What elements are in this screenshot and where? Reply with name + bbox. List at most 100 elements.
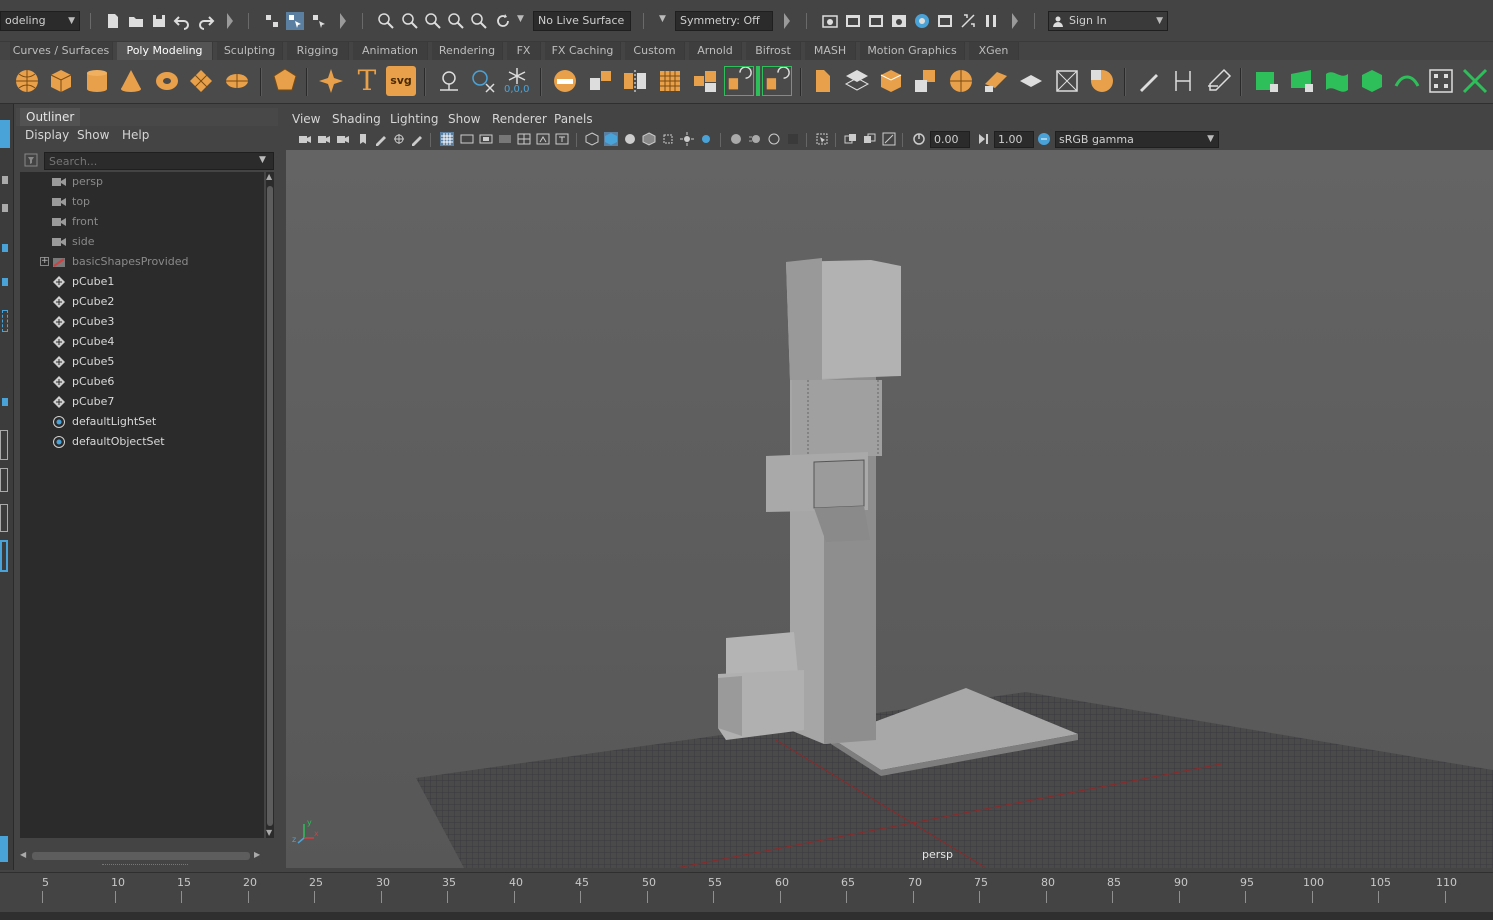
scrollbar-thumb[interactable] [32,852,250,860]
outliner-horizontal-scrollbar[interactable]: ◀ ▶ [20,850,264,862]
shelf-tab-fx[interactable]: FX [507,42,541,60]
chevron-down-icon[interactable]: ▼ [659,14,666,24]
snap-grid-icon[interactable] [377,12,395,30]
automatic-uv-icon[interactable] [1087,66,1117,96]
symmetry-menu[interactable]: Symmetry: Off [675,11,773,31]
mirror-icon[interactable] [620,66,650,96]
shelf-tab-bifrost[interactable]: Bifrost [746,42,801,60]
xray-joints-icon[interactable] [882,132,896,146]
shelf-tab-curves-surfaces[interactable]: Curves / Surfaces [10,42,113,60]
grid-icon[interactable] [440,132,454,146]
bridge-icon[interactable] [724,66,754,96]
gamma-field[interactable]: 1.00 [994,131,1034,148]
shadows-icon[interactable] [699,132,713,146]
camera-attributes-icon[interactable] [317,132,331,146]
select-hierarchy-icon[interactable] [263,12,281,30]
collapse-arrow-icon[interactable] [784,13,790,29]
rotate-tool-icon[interactable] [2,278,8,286]
target-weld-icon[interactable] [911,66,941,96]
move-tool-icon[interactable] [2,244,8,252]
reduce-icon[interactable] [690,66,720,96]
mash-distribute-icon[interactable] [1287,66,1317,96]
outliner-item-pcube6[interactable]: pCube6 [20,372,264,392]
grease-pencil-tool-icon[interactable] [410,132,424,146]
shelf-tab-fx-caching[interactable]: FX Caching [545,42,621,60]
range-slider-strip[interactable] [0,912,1493,920]
textured-icon[interactable] [661,132,675,146]
insert-edge-loop-icon[interactable] [842,66,872,96]
lasso-tool-icon[interactable] [2,176,8,184]
make-live-icon[interactable] [470,12,488,30]
snap-curve-icon[interactable] [401,12,419,30]
shelf-tab-rigging[interactable]: Rigging [287,42,349,60]
gamma-icon[interactable] [976,132,990,146]
outliner-item-pcube2[interactable]: pCube2 [20,292,264,312]
snap-rotate-icon[interactable] [494,12,512,30]
render-view-icon[interactable] [890,12,908,30]
filter-icon[interactable] [24,153,38,167]
collapse-arrow-icon[interactable] [227,13,233,29]
outliner-menu-display[interactable]: Display [25,128,69,142]
poly-cone-icon[interactable] [116,66,146,96]
viewport-menu-shading[interactable]: Shading [332,112,381,126]
save-scene-icon[interactable] [150,12,168,30]
chevron-down-icon[interactable]: ▼ [517,14,524,24]
collapse-arrow-icon[interactable] [340,13,346,29]
snap-view-plane-icon[interactable] [447,12,465,30]
layout-side-icon[interactable] [0,504,8,532]
color-management-icon[interactable] [1037,132,1051,146]
poly-cube-icon[interactable] [46,66,76,96]
shelf-tab-motion-graphics[interactable]: Motion Graphics [860,42,965,60]
scale-tool-icon[interactable] [2,310,8,332]
exposure-icon[interactable] [912,132,926,146]
viewport-menu-view[interactable]: View [292,112,320,126]
scroll-up-icon[interactable]: ▲ [266,172,272,181]
separate-icon[interactable] [586,66,616,96]
outliner-item-pcube3[interactable]: pCube3 [20,312,264,332]
snap-point-icon[interactable] [424,12,442,30]
outliner-item-top[interactable]: top [20,192,264,212]
mash-flight-icon[interactable] [1392,66,1422,96]
wireframe-on-shaded-icon[interactable] [642,132,656,146]
outliner-menu-show[interactable]: Show [77,128,109,142]
safe-action-icon[interactable] [536,132,550,146]
planar-uv-icon[interactable] [981,66,1011,96]
outliner-item-defaultlightset[interactable]: defaultLightSet [20,412,264,432]
render-frame-icon[interactable] [844,12,862,30]
film-gate-icon[interactable] [460,132,474,146]
layout-outliner-icon[interactable] [0,540,8,572]
viewport-menu-renderer[interactable]: Renderer [492,112,547,126]
outliner-tab[interactable]: Outliner [20,108,81,126]
outliner-item-persp[interactable]: persp [20,172,264,192]
mash-network-icon[interactable] [1252,66,1282,96]
smooth-shade-icon[interactable] [604,132,618,146]
arnold-render-view-icon[interactable] [936,12,954,30]
mode-menu[interactable]: odeling ▼ [0,11,80,31]
2d-pan-zoom-icon[interactable] [392,132,406,146]
mash-curve-icon[interactable] [1322,66,1352,96]
shelf-tab-poly-modeling[interactable]: Poly Modeling [117,42,213,60]
wireframe-icon[interactable] [585,132,599,146]
paint-select-icon[interactable] [2,204,8,212]
super-shape-icon[interactable] [316,66,346,96]
color-space-select[interactable]: sRGB gamma ▼ [1055,131,1219,148]
mesh-mid-section[interactable] [792,380,882,456]
motion-blur-icon[interactable] [748,132,762,146]
delete-history-icon[interactable] [468,66,498,96]
safe-title-icon[interactable] [555,132,569,146]
open-scene-icon[interactable] [127,12,145,30]
type-tool-icon[interactable]: T [352,66,382,96]
smooth-icon[interactable] [655,66,685,96]
shelf-tab-animation[interactable]: Animation [353,42,428,60]
collapse-arrow-icon[interactable] [1012,13,1018,29]
shelf-tab-xgen[interactable]: XGen [969,42,1019,60]
select-object-icon[interactable] [286,12,304,30]
hypershade-icon[interactable] [913,12,931,30]
poly-sphere-icon[interactable] [12,66,42,96]
uv-layout-icon[interactable] [1016,66,1046,96]
multi-cut-icon[interactable] [876,66,906,96]
mash-placer-icon[interactable] [1426,66,1456,96]
image-plane-icon[interactable] [356,132,370,146]
undo-icon[interactable] [173,12,191,30]
expand-icon[interactable]: + [40,257,49,266]
